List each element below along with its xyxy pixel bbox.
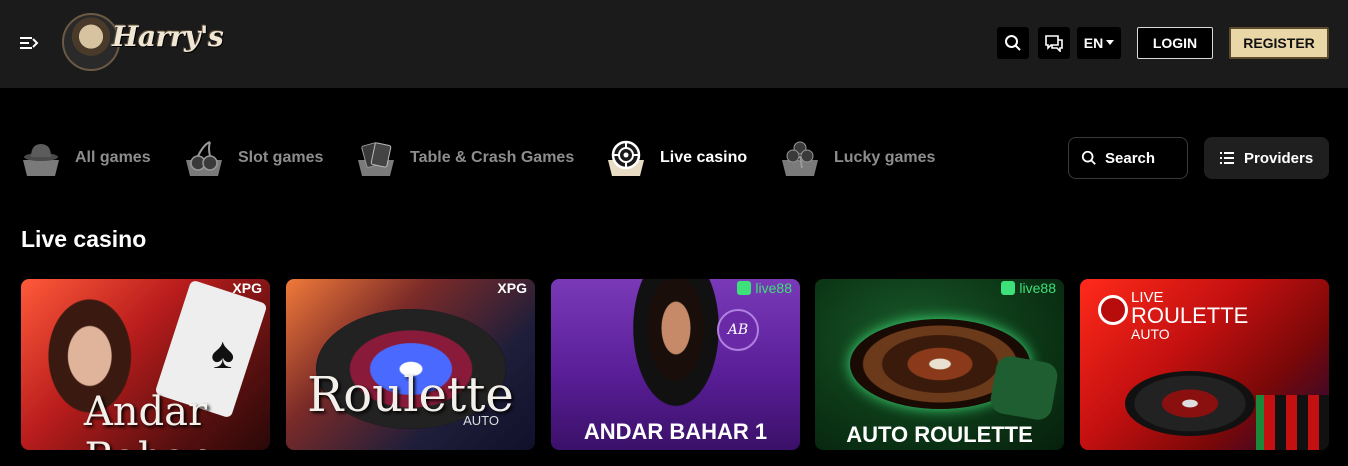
- roulette-table-art: [1256, 395, 1329, 450]
- game-card[interactable]: ♠ XPG Andar Bahar: [21, 279, 270, 450]
- roulette-badge-icon: [988, 354, 1060, 422]
- game-subtitle: AUTO: [1131, 326, 1170, 342]
- caret-down-icon: [1106, 40, 1115, 45]
- category-label: Lucky games: [834, 149, 936, 166]
- chat-icon: [1045, 35, 1063, 52]
- category-all-games[interactable]: All games: [21, 137, 151, 179]
- search-icon: [1005, 35, 1021, 51]
- roulette-wheel-icon: [606, 138, 646, 178]
- menu-icon[interactable]: [18, 32, 40, 54]
- game-card[interactable]: LIVE ROULETTE AUTO: [1080, 279, 1329, 450]
- harrys-logo[interactable]: Harry's: [60, 12, 224, 74]
- list-icon: [1220, 152, 1234, 164]
- clover-icon: [780, 138, 820, 178]
- category-lucky-games[interactable]: Lucky games: [780, 137, 935, 179]
- section-title: Live casino: [21, 226, 147, 252]
- game-subtitle: AUTO: [463, 413, 499, 428]
- language-label: EN: [1083, 35, 1104, 51]
- login-button[interactable]: LOGIN: [1137, 27, 1213, 59]
- register-button[interactable]: REGISTER: [1229, 27, 1329, 59]
- provider-label: XPG: [232, 280, 262, 296]
- game-title: Andar Bahar: [83, 389, 208, 450]
- ab-badge: AB: [717, 309, 759, 351]
- provider-label: XPG: [497, 280, 527, 296]
- game-card[interactable]: AB live88 ANDAR BAHAR 1: [551, 279, 800, 450]
- game-card[interactable]: XPG Roulette AUTO: [286, 279, 535, 450]
- live88-logo-icon: [737, 281, 752, 295]
- cards-icon: [356, 138, 396, 178]
- search-label: Search: [1105, 149, 1156, 167]
- top-header: Harry's EN LOGIN REGISTER: [0, 0, 1348, 88]
- live88-logo-icon: [1001, 281, 1016, 295]
- providers-button[interactable]: Providers: [1204, 137, 1329, 179]
- game-title: ANDAR BAHAR 1: [583, 419, 768, 444]
- provider-name: live88: [755, 280, 792, 296]
- category-live-casino[interactable]: Live casino: [606, 137, 747, 179]
- provider-label: live88: [737, 280, 792, 296]
- cherries-icon: [184, 138, 224, 178]
- category-table-crash[interactable]: Table & Crash Games: [356, 137, 574, 179]
- provider-name: live88: [1019, 280, 1056, 296]
- search-icon-button[interactable]: [997, 27, 1029, 59]
- roulette-wheel-art: [1125, 371, 1255, 436]
- logo-text: Harry's: [112, 20, 224, 53]
- category-label: Live casino: [660, 149, 748, 166]
- dealer-artwork: [626, 279, 726, 419]
- hat-icon: [21, 138, 61, 178]
- category-label: Slot games: [238, 149, 324, 166]
- category-label: Table & Crash Games: [410, 149, 575, 166]
- provider-label: live88: [1001, 280, 1056, 296]
- game-card[interactable]: live88 AUTO ROULETTE: [815, 279, 1064, 450]
- category-slot-games[interactable]: Slot games: [184, 137, 323, 179]
- game-search-button[interactable]: Search: [1068, 137, 1188, 179]
- search-icon: [1081, 150, 1096, 165]
- spade-icon: ♠: [211, 329, 235, 378]
- game-title: AUTO ROULETTE: [846, 422, 1033, 447]
- category-label: All games: [75, 149, 151, 166]
- providers-label: Providers: [1244, 149, 1314, 167]
- roulette-logo-icon: [1098, 295, 1128, 325]
- chat-button[interactable]: [1038, 27, 1070, 59]
- language-selector[interactable]: EN: [1077, 27, 1121, 59]
